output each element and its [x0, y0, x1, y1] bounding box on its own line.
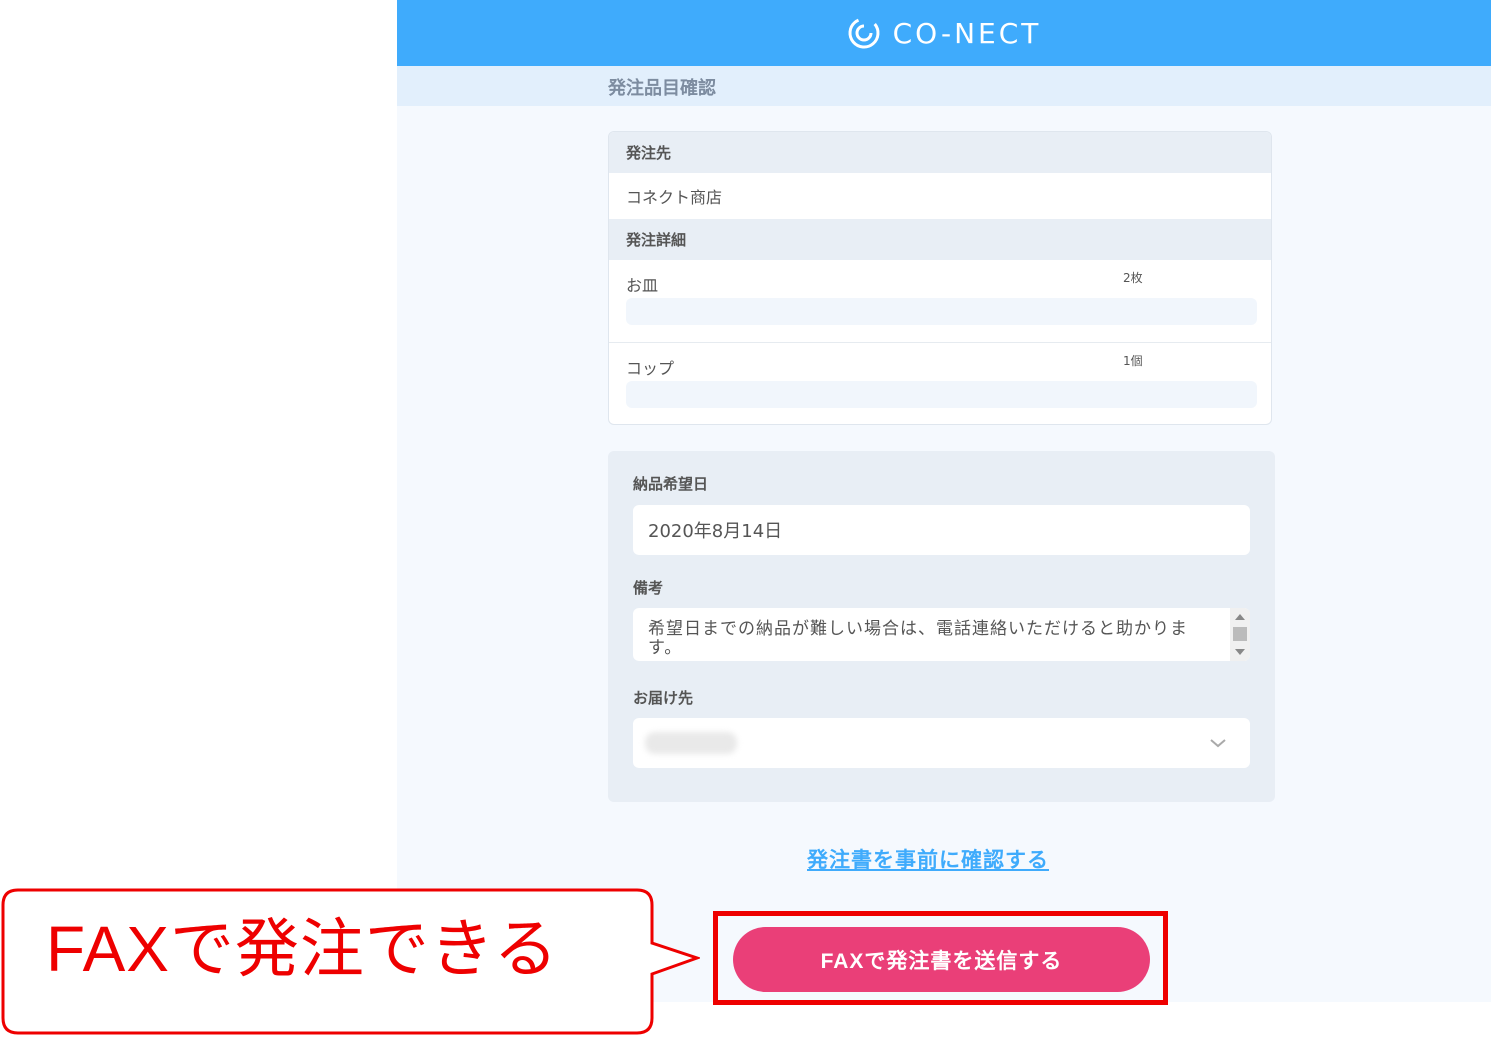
- item-note-field: [626, 298, 1257, 325]
- item-name: お皿: [626, 276, 659, 295]
- delivery-date-label: 納品希望日: [633, 475, 709, 493]
- remarks-text: 希望日までの納品が難しい場合は、電話連絡いただけると助かります。: [648, 619, 1188, 658]
- chevron-down-icon: [1210, 739, 1226, 748]
- destination-label: お届け先: [633, 689, 694, 707]
- preview-order-link[interactable]: 発注書を事前に確認する: [807, 844, 1049, 874]
- order-summary-card: 発注先 コネクト商店 発注詳細 お皿 2枚 コップ 1個: [608, 131, 1272, 425]
- remarks-textarea[interactable]: 希望日までの納品が難しい場合は、電話連絡いただけると助かります。: [633, 608, 1250, 661]
- scroll-up-arrow-icon[interactable]: [1235, 614, 1245, 620]
- details-heading: 発注詳細: [609, 219, 1271, 260]
- subheader: 発注品目確認: [397, 66, 1491, 106]
- scroll-thumb[interactable]: [1233, 627, 1247, 641]
- order-form-panel: 納品希望日 2020年8月14日 備考 希望日までの納品が難しい場合は、電話連絡…: [608, 451, 1275, 802]
- send-fax-button[interactable]: FAXで発注書を送信する: [733, 927, 1150, 992]
- logo-text: CO-NECT: [892, 16, 1042, 50]
- item-note-field: [626, 381, 1257, 408]
- conect-logo-icon: [848, 17, 880, 49]
- item-quantity: 1個: [1123, 354, 1143, 368]
- page-title: 発注品目確認: [608, 78, 716, 99]
- item-quantity: 2枚: [1123, 271, 1143, 285]
- blurred-destination-value: [645, 732, 737, 754]
- logo: CO-NECT: [847, 16, 1042, 50]
- supplier-name: コネクト商店: [626, 188, 723, 207]
- destination-select[interactable]: [633, 718, 1250, 768]
- remarks-label: 備考: [633, 579, 664, 597]
- list-item: コップ 1個: [609, 343, 1271, 424]
- list-item: お皿 2枚: [609, 260, 1271, 343]
- delivery-date-field[interactable]: 2020年8月14日: [633, 505, 1250, 555]
- supplier-heading: 発注先: [609, 132, 1271, 173]
- item-name: コップ: [626, 359, 675, 378]
- app-window: CO-NECT 発注品目確認 発注先 コネクト商店 発注詳細 お皿 2枚 コップ…: [397, 0, 1491, 1002]
- app-header: CO-NECT: [397, 0, 1491, 66]
- callout-text: FAXで発注できる: [46, 913, 559, 985]
- scroll-down-arrow-icon[interactable]: [1235, 649, 1245, 655]
- remarks-scrollbar[interactable]: [1230, 608, 1250, 661]
